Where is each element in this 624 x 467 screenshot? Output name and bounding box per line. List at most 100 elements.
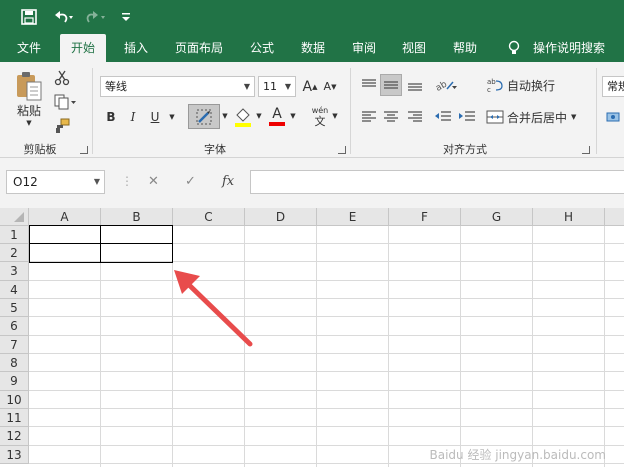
row-header-5[interactable]: 5	[0, 299, 29, 317]
underline-dropdown-icon[interactable]: ▼	[166, 112, 178, 122]
cancel-icon[interactable]: ✕	[148, 174, 159, 189]
underline-button[interactable]: U	[146, 106, 164, 128]
name-box[interactable]: O12 ▼	[6, 170, 105, 194]
shrink-font-icon[interactable]: A ▼	[322, 76, 338, 97]
font-color-swatch	[269, 122, 285, 126]
column-header-b[interactable]: B	[101, 208, 173, 226]
row-header-7[interactable]: 7	[0, 336, 29, 354]
tell-me-search[interactable]: 操作说明搜索	[528, 34, 610, 62]
align-center-icon[interactable]	[380, 106, 402, 128]
cell-b1-border[interactable]	[100, 225, 173, 244]
currency-icon[interactable]	[604, 106, 624, 128]
tab-insert[interactable]: 插入	[116, 34, 156, 62]
column-header-e[interactable]: E	[317, 208, 389, 226]
italic-button[interactable]: I	[124, 106, 142, 128]
borders-button[interactable]	[188, 104, 220, 129]
worksheet-grid[interactable]: A B C D E F G H 1 2 3 4 5 6 7 8 9 10 11 …	[0, 208, 624, 467]
merge-center-button[interactable]: 合并后居中 ▼	[486, 106, 586, 128]
column-header-f[interactable]: F	[389, 208, 461, 226]
align-top-icon[interactable]	[358, 74, 380, 96]
gridline	[29, 463, 624, 464]
cell-b2-border[interactable]	[100, 243, 173, 263]
align-bottom-icon[interactable]	[404, 74, 426, 96]
column-header-a[interactable]: A	[29, 208, 101, 226]
row-header-11[interactable]: 11	[0, 409, 29, 427]
number-format-select[interactable]: 常规	[602, 76, 624, 97]
align-left-icon[interactable]	[358, 106, 380, 128]
tab-page-layout[interactable]: 页面布局	[166, 34, 232, 62]
watermark: Baidu 经验 jingyan.baidu.com	[429, 448, 606, 462]
row-header-8[interactable]: 8	[0, 354, 29, 372]
row-header-10[interactable]: 10	[0, 391, 29, 409]
tab-data[interactable]: 数据	[292, 34, 334, 62]
bold-button[interactable]: B	[102, 106, 120, 128]
merge-center-label: 合并后居中	[507, 110, 568, 125]
tab-home[interactable]: 开始	[60, 34, 106, 62]
chevron-down-icon: ▼	[93, 177, 100, 186]
align-middle-icon[interactable]	[380, 74, 402, 96]
fill-color-icon[interactable]	[232, 104, 254, 129]
column-header-partial[interactable]	[605, 208, 624, 226]
orientation-icon[interactable]: ab	[434, 74, 460, 96]
gridline	[29, 280, 624, 281]
tab-view[interactable]: 视图	[394, 34, 434, 62]
tab-review[interactable]: 审阅	[344, 34, 384, 62]
undo-icon[interactable]	[50, 7, 76, 27]
tab-help[interactable]: 帮助	[444, 34, 486, 62]
font-size-select[interactable]: 11 ▼	[258, 76, 296, 97]
lightbulb-icon[interactable]	[504, 34, 524, 62]
column-header-d[interactable]: D	[245, 208, 317, 226]
font-color-dropdown-icon[interactable]: ▼	[288, 110, 298, 122]
cut-icon[interactable]	[52, 68, 72, 88]
row-header-3[interactable]: 3	[0, 262, 29, 281]
paste-dropdown-icon[interactable]: ▼	[22, 118, 36, 128]
row-header-4[interactable]: 4	[0, 281, 29, 299]
chevron-down-icon: ▼	[284, 82, 292, 91]
row-header-9[interactable]: 9	[0, 372, 29, 391]
phonetic-dropdown-icon[interactable]: ▼	[330, 110, 340, 122]
redo-icon[interactable]	[84, 7, 110, 27]
ribbon-divider	[92, 68, 93, 154]
cell-a1-border[interactable]	[29, 225, 101, 244]
row-header-13[interactable]: 13	[0, 446, 29, 464]
enter-icon[interactable]: ✓	[185, 174, 196, 189]
row-header-6[interactable]: 6	[0, 317, 29, 336]
clipboard-launcher-icon[interactable]	[80, 146, 88, 154]
ribbon-divider	[596, 68, 597, 154]
grow-font-icon[interactable]: A ▲	[302, 76, 318, 97]
copy-icon[interactable]	[52, 92, 80, 112]
gridline	[604, 226, 605, 467]
customize-qat-icon[interactable]	[118, 7, 134, 27]
fill-color-dropdown-icon[interactable]: ▼	[254, 110, 264, 122]
tab-formulas[interactable]: 公式	[242, 34, 282, 62]
font-size-value: 11	[263, 80, 277, 93]
row-header-1[interactable]: 1	[0, 226, 29, 244]
ribbon: 粘贴 ▼ 剪贴板 等线 ▼ 11 ▼ A ▲ A ▼ B I U ▼ ▼ ▼ A ▼…	[0, 62, 624, 158]
formula-input[interactable]	[250, 170, 624, 194]
decrease-indent-icon[interactable]	[432, 106, 454, 128]
tab-file[interactable]: 文件	[8, 34, 50, 62]
clipboard-group-label: 剪贴板	[23, 143, 57, 156]
column-header-c[interactable]: C	[173, 208, 245, 226]
format-painter-icon[interactable]	[52, 116, 72, 136]
select-all-corner[interactable]	[0, 208, 29, 226]
row-header-12[interactable]: 12	[0, 427, 29, 446]
merge-center-icon	[486, 110, 504, 124]
wrap-text-button[interactable]: ab c 自动换行	[486, 74, 562, 96]
row-header-2[interactable]: 2	[0, 244, 29, 262]
paste-button[interactable]: 粘贴	[12, 102, 46, 118]
increase-indent-icon[interactable]	[456, 106, 478, 128]
paste-icon[interactable]	[12, 70, 46, 102]
align-right-icon[interactable]	[404, 106, 426, 128]
insert-function-icon[interactable]: fx	[222, 174, 234, 189]
borders-dropdown-icon[interactable]: ▼	[220, 110, 230, 122]
cell-a2-border[interactable]	[29, 243, 101, 263]
column-header-h[interactable]: H	[533, 208, 605, 226]
font-color-icon[interactable]: A	[266, 104, 288, 129]
alignment-launcher-icon[interactable]	[582, 146, 590, 154]
column-header-g[interactable]: G	[461, 208, 533, 226]
save-icon[interactable]	[19, 7, 39, 27]
phonetic-guide-icon[interactable]: wén 文	[308, 102, 332, 130]
font-launcher-icon[interactable]	[338, 146, 346, 154]
font-name-select[interactable]: 等线 ▼	[100, 76, 255, 97]
